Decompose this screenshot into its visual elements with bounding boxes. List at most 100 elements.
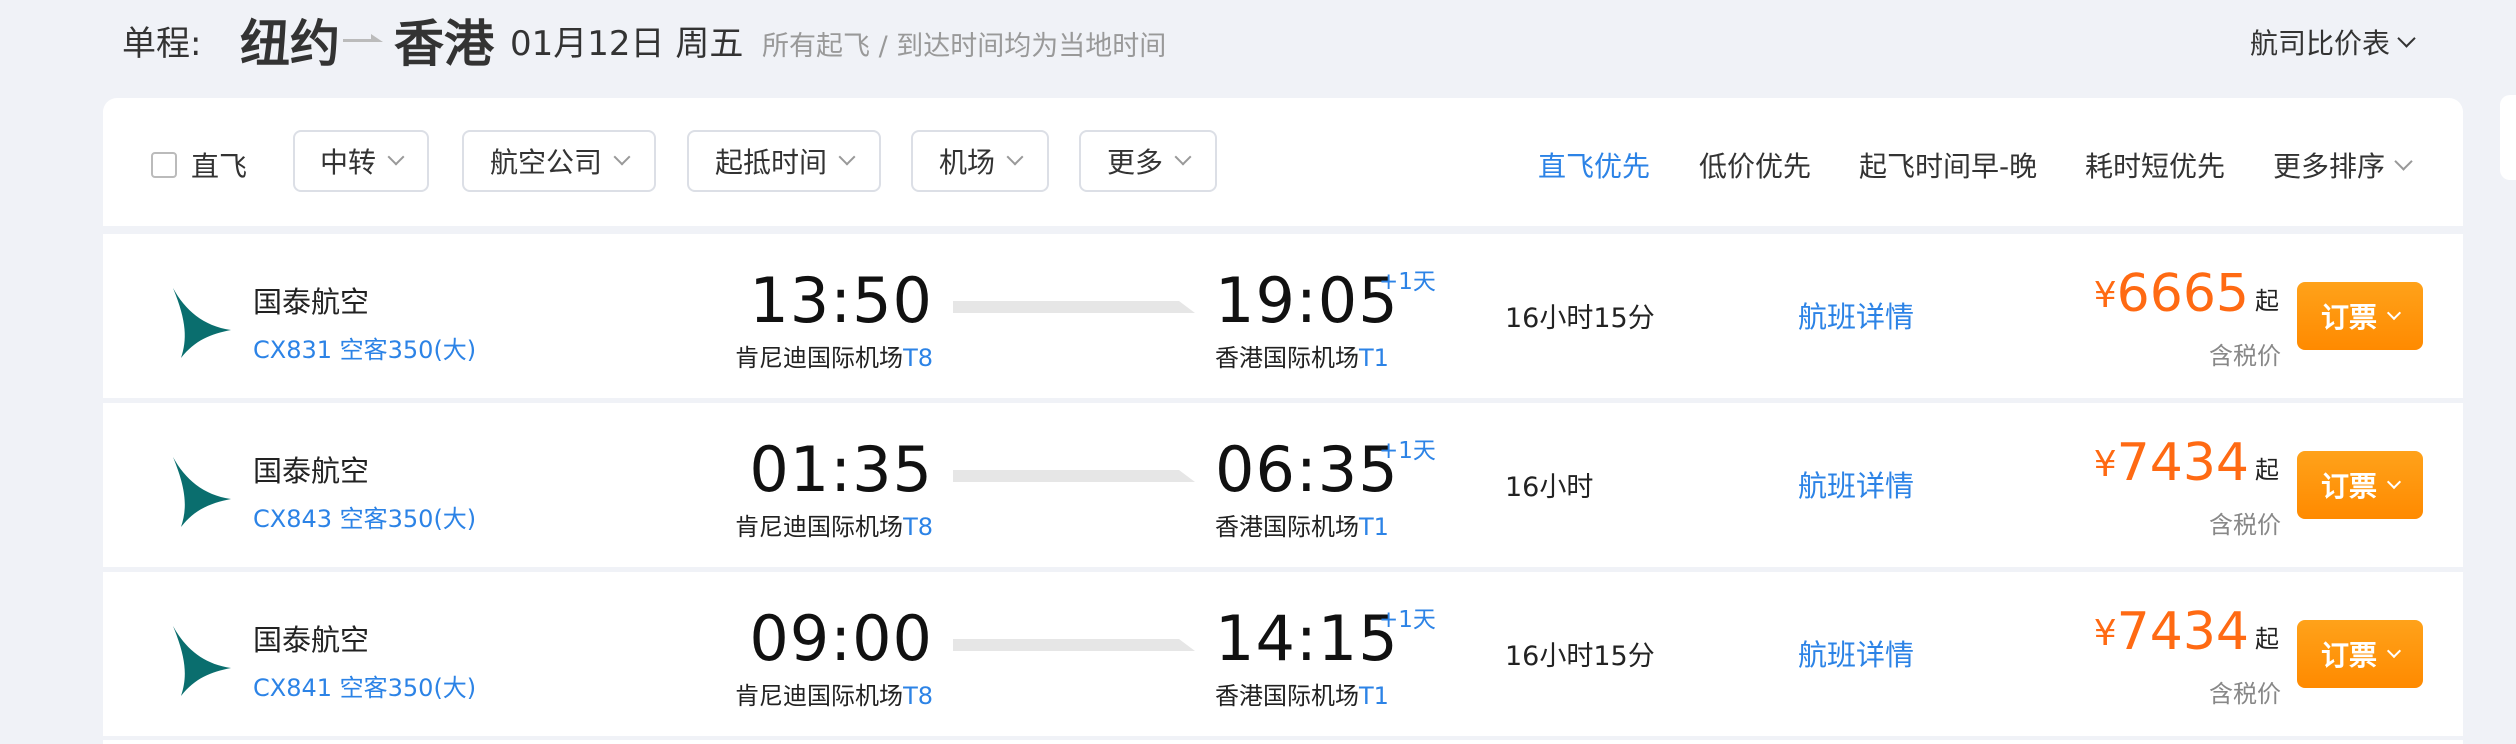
flight-number-aircraft[interactable]: CX843 空客350(大) — [253, 499, 476, 534]
flight-duration: 16小时15分 — [1505, 303, 1655, 334]
chevron-down-icon — [2386, 643, 2402, 659]
departure-terminal: T8 — [903, 682, 933, 710]
direct-flight-label: 直飞 — [191, 150, 248, 183]
price-suffix: 起 — [2255, 456, 2279, 484]
price-amount: 7434 — [2116, 602, 2249, 662]
next-day-badge: +1天 — [1379, 607, 1436, 633]
book-button[interactable]: 订票 — [2297, 620, 2423, 688]
side-panel-edge — [2500, 95, 2516, 180]
price-amount: 7434 — [2116, 433, 2249, 493]
filter-label: 航空公司 — [489, 146, 602, 179]
chevron-down-icon — [613, 148, 631, 166]
flight-row: 国泰航空 CX831 空客350(大) 13:50 肯尼迪国际机场T8 19:0… — [103, 234, 2463, 398]
arrival-airport: 香港国际机场T1 — [1215, 682, 1389, 710]
filter-airline[interactable]: 航空公司 — [462, 130, 656, 192]
price: ¥ 6665 起 — [2094, 264, 2279, 324]
chevron-down-icon — [2397, 28, 2416, 48]
flight-details-link[interactable]: 航班详情 — [1798, 294, 1914, 336]
departure-airport: 肯尼迪国际机场T8 — [735, 682, 933, 710]
airline-name: 国泰航空 — [253, 285, 370, 319]
to-city: 香港 — [394, 15, 494, 73]
flight-number-aircraft[interactable]: CX841 空客350(大) — [253, 668, 476, 703]
sort-label: 耗时短优先 — [2085, 150, 2226, 183]
filter-transfer[interactable]: 中转 — [293, 130, 429, 192]
sort-shortest-duration[interactable]: 耗时短优先 — [2085, 145, 2225, 185]
route-arrow-icon — [953, 639, 1195, 651]
chevron-down-icon — [838, 148, 856, 166]
price-suffix: 起 — [2255, 287, 2279, 315]
flight-details-link[interactable]: 航班详情 — [1798, 632, 1914, 674]
airline-name: 国泰航空 — [253, 623, 370, 657]
airline-compare-label: 航司比价表 — [2250, 27, 2391, 60]
chevron-down-icon — [387, 148, 405, 166]
book-label: 订票 — [2320, 470, 2377, 503]
departure-terminal: T8 — [903, 513, 933, 541]
from-city: 纽约 — [240, 15, 340, 73]
book-button[interactable]: 订票 — [2297, 282, 2423, 350]
departure-time: 01:35 — [749, 433, 933, 506]
flight-row: 国泰航空 CX841 空客350(大) 09:00 肯尼迪国际机场T8 14:1… — [103, 572, 2463, 736]
sort-label: 起飞时间早-晚 — [1859, 150, 2038, 183]
book-button[interactable]: 订票 — [2297, 451, 2423, 519]
cathay-pacific-logo-icon — [173, 626, 231, 696]
filter-label: 机场 — [938, 146, 995, 179]
tax-included-label: 含税价 — [2209, 680, 2281, 708]
chevron-down-icon — [2386, 474, 2402, 490]
checkbox-box[interactable] — [151, 152, 177, 178]
price-amount: 6665 — [2116, 264, 2249, 324]
travel-date: 01月12日 周五 — [510, 24, 744, 64]
filter-label: 起抵时间 — [714, 146, 827, 179]
filter-time[interactable]: 起抵时间 — [687, 130, 881, 192]
next-flight-row-edge — [103, 740, 2463, 744]
next-day-badge: +1天 — [1379, 438, 1436, 464]
route-arrow-icon — [343, 34, 383, 42]
flight-duration: 16小时15分 — [1505, 641, 1655, 672]
currency-symbol: ¥ — [2093, 613, 2117, 654]
departure-airport: 肯尼迪国际机场T8 — [735, 513, 933, 541]
sort-label: 更多排序 — [2273, 150, 2386, 183]
arrival-time: 14:15 — [1215, 602, 1399, 675]
route-arrow-icon — [953, 301, 1195, 313]
filter-more[interactable]: 更多 — [1079, 130, 1217, 192]
currency-symbol: ¥ — [2093, 444, 2117, 485]
direct-flight-checkbox[interactable]: 直飞 — [151, 145, 247, 185]
sort-label: 低价优先 — [1699, 150, 1812, 183]
arrival-terminal: T1 — [1359, 513, 1389, 541]
departure-time: 09:00 — [749, 602, 933, 675]
airline-compare-dropdown[interactable]: 航司比价表 — [2250, 22, 2416, 62]
chevron-down-icon — [2386, 305, 2402, 321]
trip-type-label: 单程: — [122, 24, 202, 64]
arrival-airport: 香港国际机场T1 — [1215, 344, 1389, 372]
airline-name: 国泰航空 — [253, 454, 370, 488]
tax-included-label: 含税价 — [2209, 511, 2281, 539]
sort-label: 直飞优先 — [1538, 150, 1651, 183]
filter-airport[interactable]: 机场 — [911, 130, 1049, 192]
flight-number-aircraft[interactable]: CX831 空客350(大) — [253, 330, 476, 365]
arrival-time: 06:35 — [1215, 433, 1399, 506]
book-label: 订票 — [2320, 639, 2377, 672]
book-label: 订票 — [2320, 301, 2377, 334]
price: ¥ 7434 起 — [2094, 602, 2279, 662]
cathay-pacific-logo-icon — [173, 457, 231, 527]
chevron-down-icon — [2394, 151, 2413, 171]
arrival-terminal: T1 — [1359, 344, 1389, 372]
price-suffix: 起 — [2255, 625, 2279, 653]
filter-label: 更多 — [1106, 146, 1163, 179]
sort-more[interactable]: 更多排序 — [2273, 145, 2413, 185]
route-arrow-icon — [953, 470, 1195, 482]
flight-duration: 16小时 — [1505, 472, 1594, 503]
sort-lowest-price[interactable]: 低价优先 — [1699, 145, 1811, 185]
departure-time: 13:50 — [749, 264, 933, 337]
filter-label: 中转 — [319, 146, 376, 179]
chevron-down-icon — [1006, 148, 1024, 166]
flight-details-link[interactable]: 航班详情 — [1798, 463, 1914, 505]
time-note: 所有起飞 / 到达时间均为当地时间 — [762, 31, 1167, 62]
arrival-terminal: T1 — [1359, 682, 1389, 710]
price: ¥ 7434 起 — [2094, 433, 2279, 493]
arrival-time: 19:05 — [1215, 264, 1399, 337]
sort-departure-time[interactable]: 起飞时间早-晚 — [1859, 145, 2037, 185]
filter-bar: 直飞 中转 航空公司 起抵时间 机场 更多 直飞优先 低价优先 起飞时间早-晚 … — [103, 98, 2463, 226]
sort-direct-first[interactable]: 直飞优先 — [1538, 145, 1650, 185]
departure-airport: 肯尼迪国际机场T8 — [735, 344, 933, 372]
flight-row: 国泰航空 CX843 空客350(大) 01:35 肯尼迪国际机场T8 06:3… — [103, 403, 2463, 567]
